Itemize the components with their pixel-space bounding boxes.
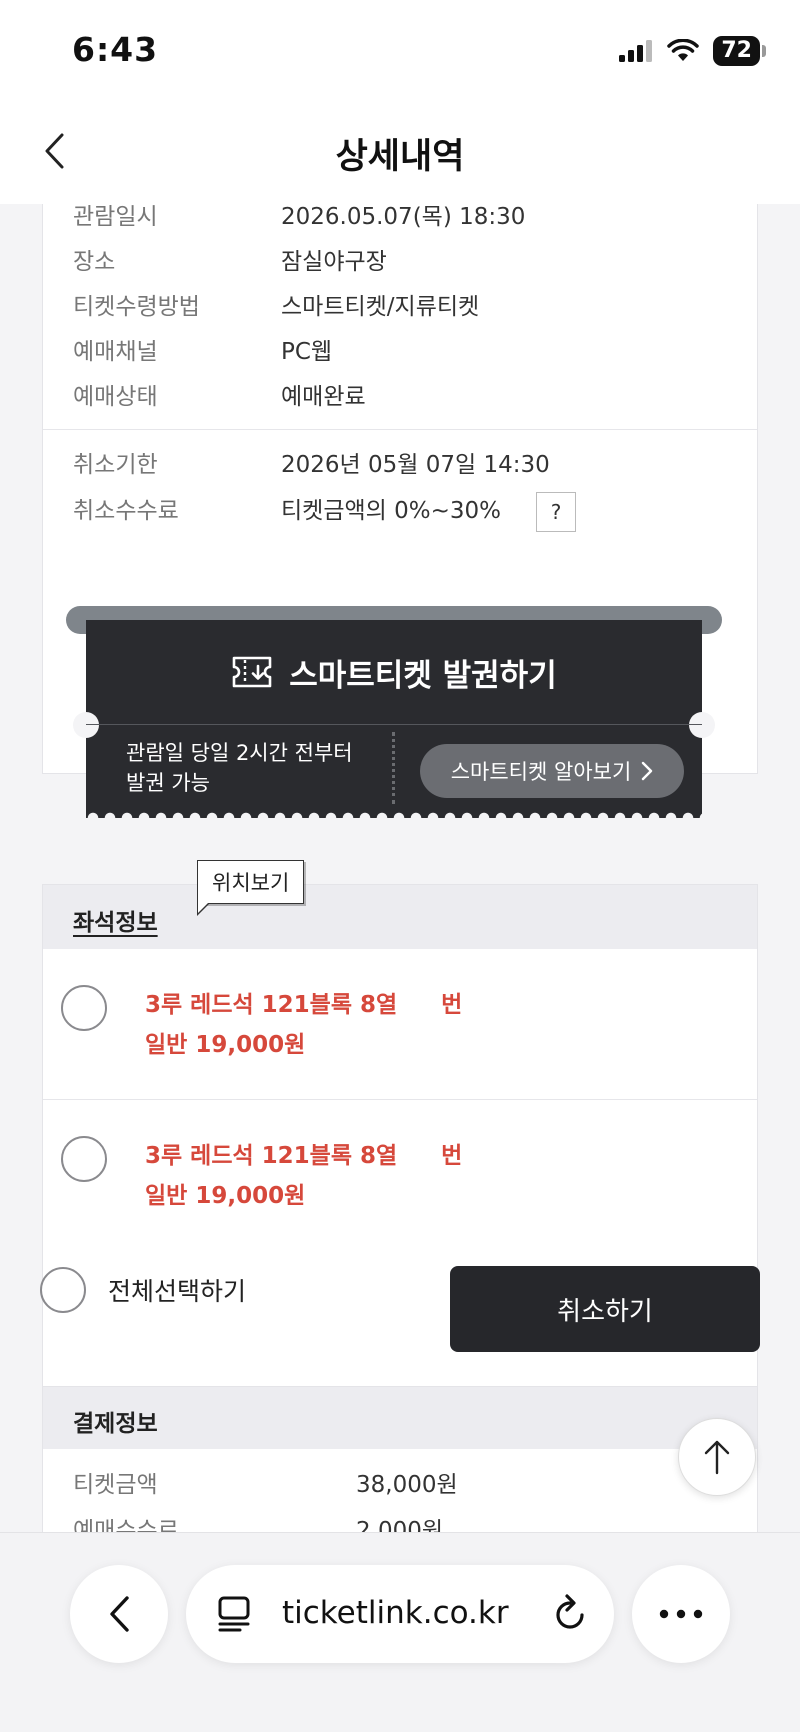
ticket-divider-dots <box>392 732 395 804</box>
seat-row[interactable]: 3루 레드석 121블록 8열 번 일반 19,000원 <box>43 949 757 1099</box>
cancel-fee-help-button[interactable]: ? <box>536 492 576 532</box>
select-all-radio[interactable] <box>40 1267 86 1313</box>
more-options-button[interactable] <box>632 1565 730 1663</box>
select-all-label: 전체선택하기 <box>108 1277 247 1306</box>
info-value: 스마트티켓/지류티켓 <box>281 294 480 320</box>
more-dots-icon <box>659 1609 703 1619</box>
browser-toolbar: ticketlink.co.kr <box>0 1532 800 1732</box>
seat-radio[interactable] <box>61 985 107 1031</box>
seat-number-suffix: 번 <box>441 1143 463 1169</box>
scroll-to-top-button[interactable] <box>678 1418 756 1496</box>
reload-icon[interactable] <box>552 1593 588 1633</box>
info-value: 2026.05.07(목) 18:30 <box>281 204 526 230</box>
seat-radio[interactable] <box>61 1136 107 1182</box>
ticket-scallop-edge <box>86 812 702 824</box>
status-time: 6:43 <box>72 30 159 69</box>
payment-label: 예매수수료 <box>73 1518 179 1532</box>
seat-info-title: 좌석정보 <box>73 910 158 936</box>
seat-number-suffix: 번 <box>441 992 463 1018</box>
divider <box>43 429 757 430</box>
seat-text: 3루 레드석 121블록 8열 번 일반 19,000원 <box>145 985 462 1065</box>
info-label: 관람일시 <box>73 204 158 230</box>
seat-location: 3루 레드석 121블록 8열 <box>145 1143 398 1169</box>
view-location-tooltip[interactable]: 위치보기 <box>197 860 305 916</box>
learn-smart-ticket-button[interactable]: 스마트티켓 알아보기 <box>420 744 684 798</box>
smart-ticket: 스마트티켓 발권하기 관람일 당일 2시간 전부터 발권 가능 스마트티켓 알아… <box>73 620 715 824</box>
payment-value: 2,000원 <box>356 1518 444 1532</box>
page-header: 상세내역 <box>0 100 800 204</box>
ticket-notch-left <box>73 712 99 738</box>
cellular-signal-icon <box>619 40 653 62</box>
info-label: 취소기한 <box>73 452 158 478</box>
page-title: 상세내역 <box>335 137 465 177</box>
chevron-left-icon <box>110 1596 129 1632</box>
info-label: 티켓수령방법 <box>73 294 200 320</box>
ticket-download-icon <box>232 656 272 688</box>
ticket-perforation <box>86 724 702 725</box>
info-label: 예매상태 <box>73 384 158 410</box>
issue-smart-ticket-button[interactable]: 스마트티켓 발권하기 <box>86 620 702 724</box>
info-label: 예매채널 <box>73 339 158 365</box>
info-value: 예매완료 <box>281 384 366 410</box>
payment-value: 38,000원 <box>356 1472 458 1498</box>
issue-note-line2: 발권 가능 <box>126 771 210 795</box>
status-bar: 6:43 72 <box>0 0 800 100</box>
seat-price: 일반 19,000원 <box>145 1183 306 1209</box>
seat-price: 일반 19,000원 <box>145 1032 306 1058</box>
arrow-up-icon <box>704 1440 730 1475</box>
battery-indicator: 72 <box>713 36 766 66</box>
seat-info-card: 좌석정보 위치보기 3루 레드석 121블록 8열 번 일반 19,000원 3루… <box>42 860 758 1450</box>
info-value: PC웹 <box>281 339 333 365</box>
seat-text: 3루 레드석 121블록 8열 번 일반 19,000원 <box>145 1136 462 1216</box>
wifi-icon <box>667 39 700 61</box>
payment-label: 티켓금액 <box>73 1472 158 1498</box>
smart-ticket-title: 스마트티켓 발권하기 <box>289 657 557 694</box>
info-value: 잠실야구장 <box>281 249 387 275</box>
info-label: 장소 <box>73 249 116 275</box>
seat-location: 3루 레드석 121블록 8열 <box>145 992 398 1018</box>
info-value: 티켓금액의 0%~30% <box>281 498 501 524</box>
payment-info-card: 결제정보 티켓금액 38,000원 예매수수료 2,000원 <box>42 1386 758 1532</box>
page-menu-icon[interactable] <box>216 1595 252 1633</box>
scroll-content[interactable]: 관람일시 2026.05.07(목) 18:30 장소 잠실야구장 티켓수령방법… <box>0 204 800 1532</box>
payment-info-title: 결제정보 <box>73 1411 158 1437</box>
cancel-button[interactable]: 취소하기 <box>450 1266 760 1352</box>
seat-info-header: 좌석정보 <box>43 885 757 949</box>
learn-smart-ticket-label: 스마트티켓 알아보기 <box>450 760 632 784</box>
browser-back-button[interactable] <box>70 1565 168 1663</box>
issue-note-line1: 관람일 당일 2시간 전부터 <box>126 741 353 765</box>
address-bar[interactable]: ticketlink.co.kr <box>186 1565 614 1663</box>
seat-row[interactable]: 3루 레드석 121블록 8열 번 일반 19,000원 <box>43 1099 757 1249</box>
status-icons: 72 <box>619 36 766 66</box>
url-text[interactable]: ticketlink.co.kr <box>282 1595 509 1631</box>
issue-note: 관람일 당일 2시간 전부터 발권 가능 <box>126 738 353 798</box>
info-label: 취소수수료 <box>73 498 179 524</box>
payment-info-header: 결제정보 <box>43 1387 757 1449</box>
info-value: 2026년 05월 07일 14:30 <box>281 452 550 478</box>
chevron-right-icon <box>642 761 653 781</box>
ticket-notch-right <box>689 712 715 738</box>
select-all-toggle[interactable]: 전체선택하기 <box>40 1266 246 1314</box>
smart-ticket-panel: 스마트티켓 발권하기 관람일 당일 2시간 전부터 발권 가능 스마트티켓 알아… <box>66 606 722 826</box>
